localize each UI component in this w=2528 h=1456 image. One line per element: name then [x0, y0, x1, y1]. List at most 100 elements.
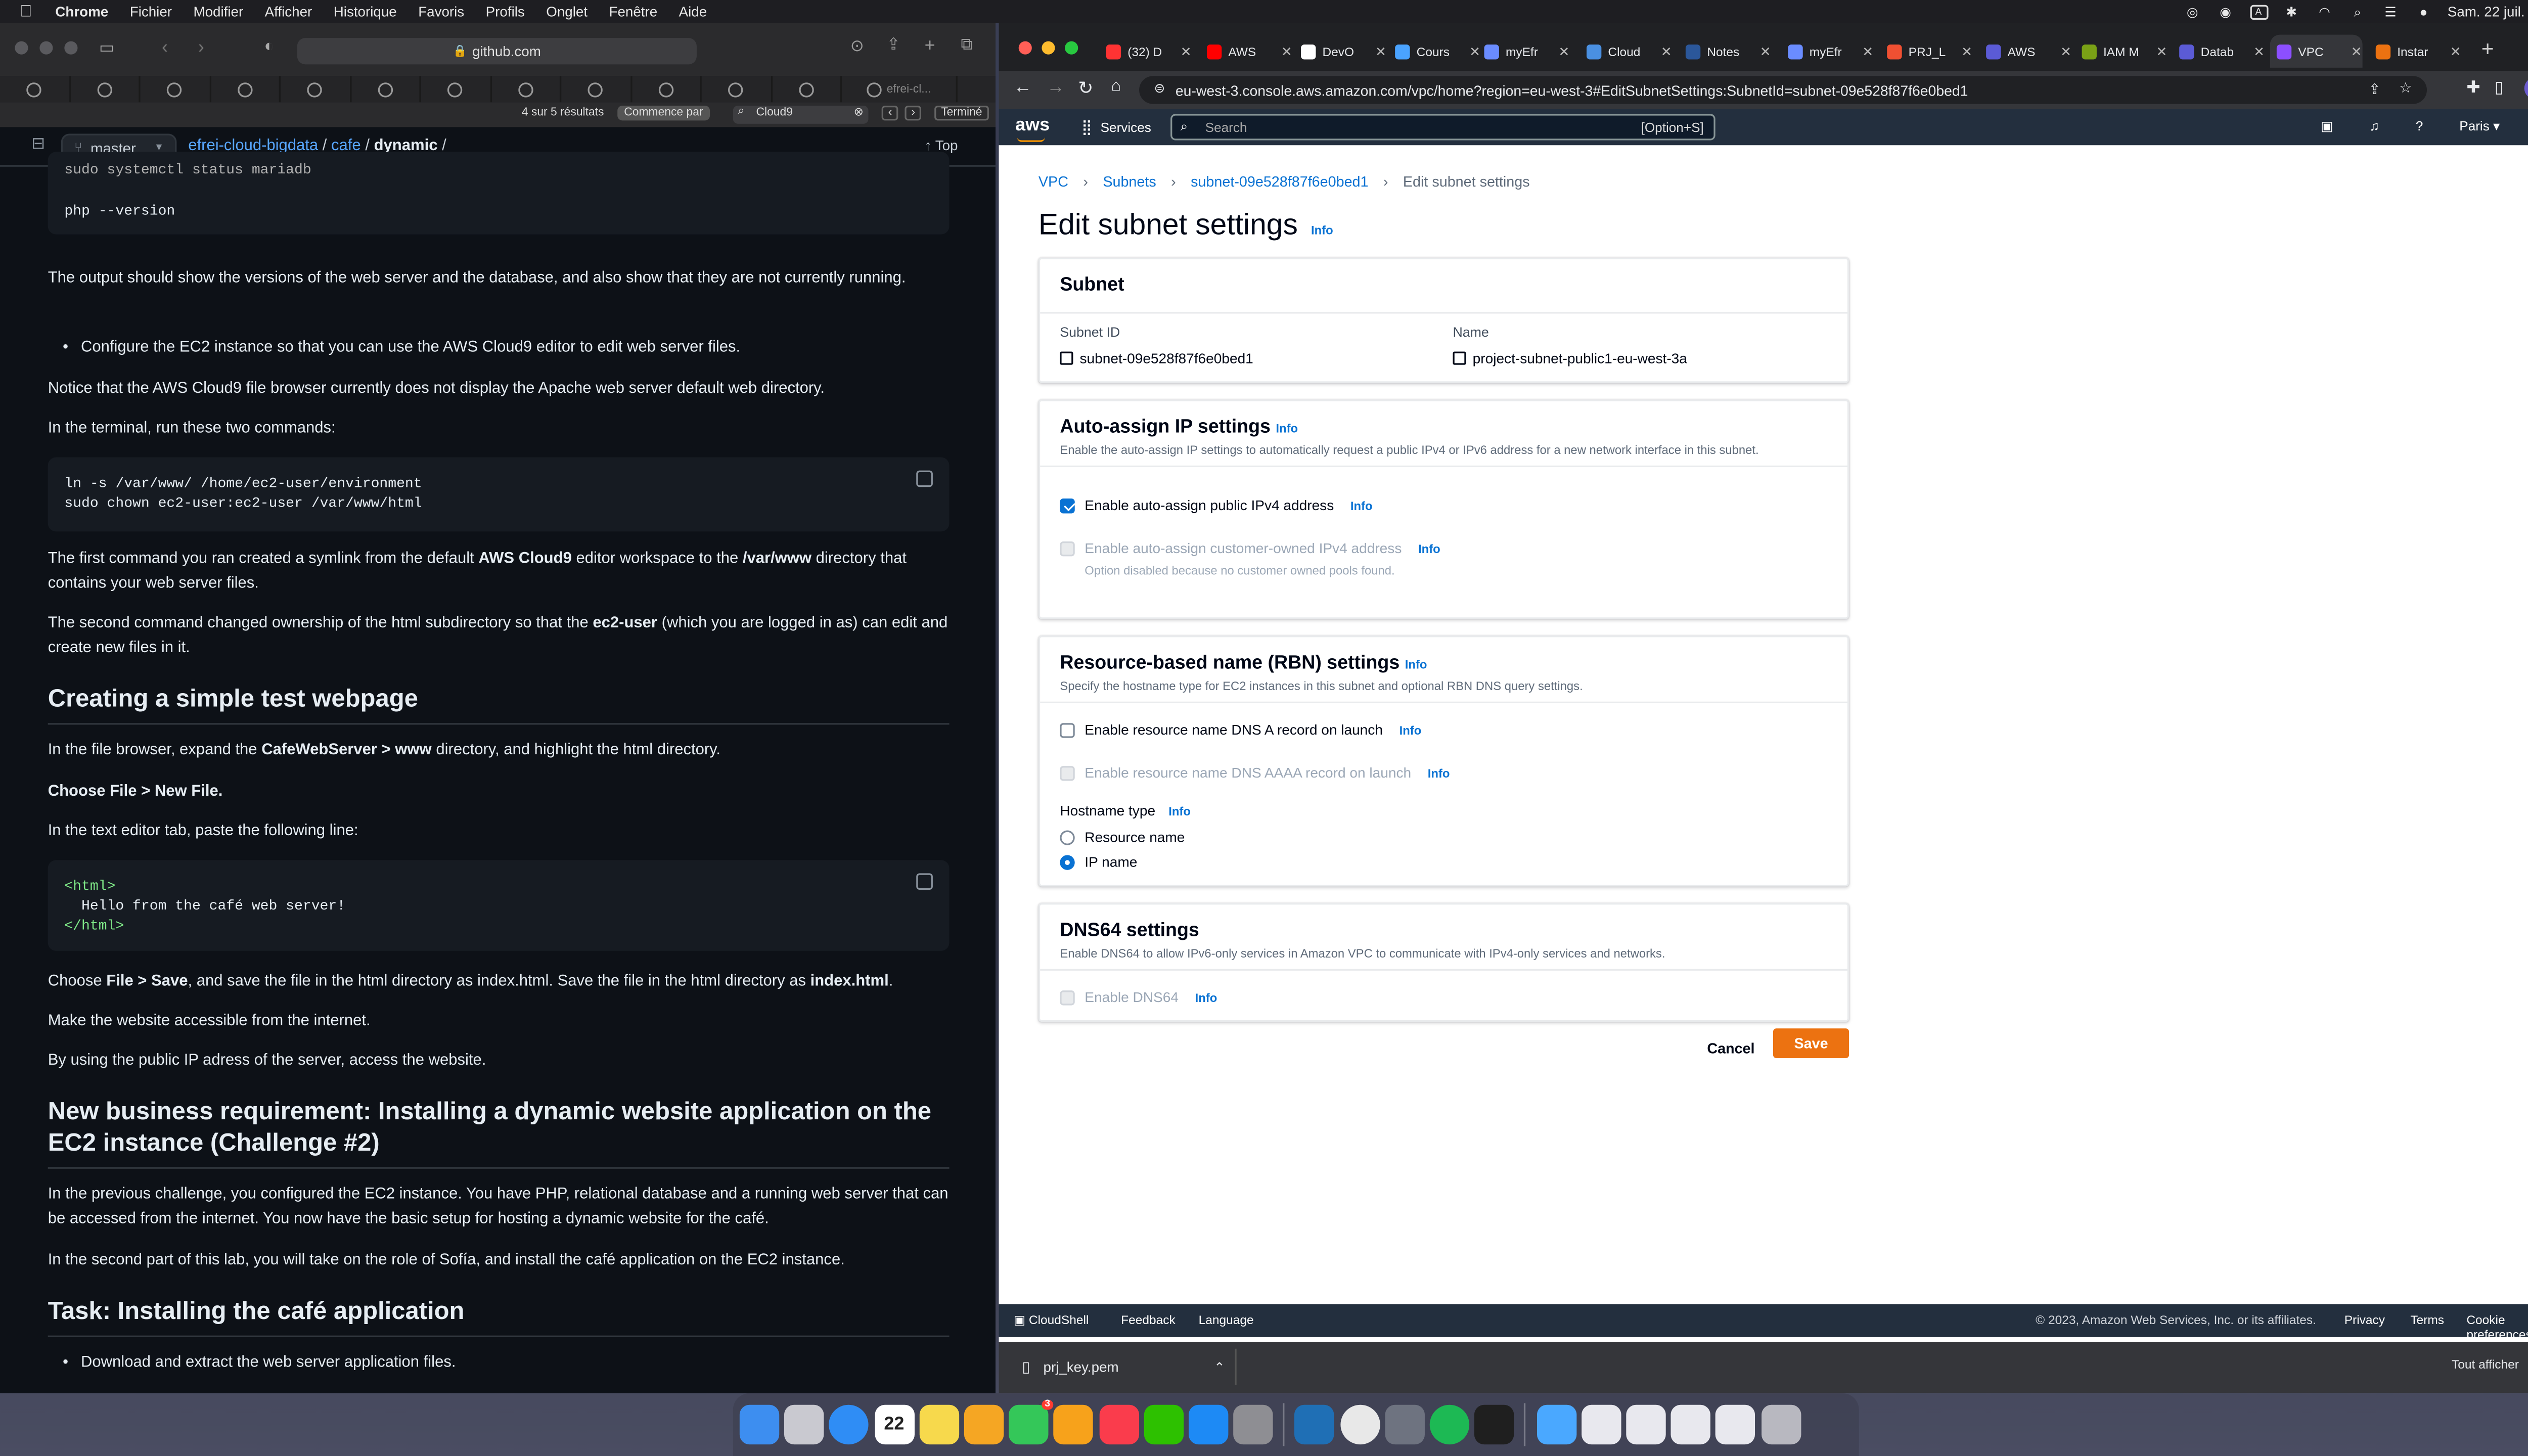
info-link[interactable]: Info [1168, 803, 1191, 818]
tab-close-icon[interactable]: ✕ [1375, 44, 1386, 59]
find-next-icon[interactable]: › [905, 105, 922, 121]
share-icon[interactable]: ⇪ [886, 36, 900, 55]
apple-icon[interactable]:  [20, 3, 32, 21]
chevron-up-icon[interactable]: ⌃ [1214, 1359, 1225, 1374]
tab-close-icon[interactable]: ✕ [1558, 44, 1569, 59]
chrome-icon[interactable] [1340, 1404, 1380, 1445]
left-tab[interactable] [210, 76, 281, 103]
info-link[interactable]: Info [1276, 421, 1298, 436]
radio-button[interactable] [1060, 829, 1075, 845]
menu-fichier[interactable]: Fichier [130, 4, 172, 20]
browser-tab[interactable]: AWS ✕ [1200, 35, 1293, 68]
left-address-bar[interactable]: 🔒 github.com [297, 38, 697, 65]
tab-close-icon[interactable]: ✕ [1862, 44, 1873, 59]
forward-icon[interactable]: → [1047, 77, 1065, 97]
tab-close-icon[interactable]: ✕ [1281, 44, 1292, 59]
clear-icon[interactable]: ⊗ [854, 106, 864, 119]
wechat-icon[interactable] [1143, 1404, 1184, 1445]
menu-fenetre[interactable]: Fenêtre [609, 4, 657, 20]
browser-tab[interactable]: PRJ_L ✕ [1880, 35, 1973, 68]
coip-checkbox[interactable] [1060, 540, 1075, 556]
notes-icon[interactable] [919, 1404, 959, 1445]
menu-historique[interactable]: Historique [334, 4, 397, 20]
zoom-button[interactable] [64, 41, 78, 55]
info-link[interactable]: Info [1405, 657, 1427, 672]
left-tab[interactable] [631, 76, 702, 103]
left-tab[interactable] [421, 76, 491, 103]
tab-close-icon[interactable]: ✕ [2450, 44, 2461, 59]
url-bar[interactable]: ⊜ eu-west-3.console.aws.amazon.com/vpc/h… [1139, 76, 2427, 104]
region-selector[interactable]: Paris ▾ [2459, 119, 2500, 133]
file-tree-icon[interactable]: ⊟ [31, 135, 45, 154]
terminal-icon[interactable] [1474, 1404, 1514, 1445]
tab-close-icon[interactable]: ✕ [1961, 44, 1972, 59]
disk-utility-icon[interactable] [1384, 1404, 1425, 1445]
browser-tab[interactable]: Notes ✕ [1679, 35, 1772, 68]
copy-icon[interactable] [1060, 351, 1073, 365]
menu-afficher[interactable]: Afficher [265, 4, 312, 20]
safari-icon[interactable] [829, 1404, 869, 1445]
browser-tab[interactable]: myEfr ✕ [1477, 35, 1570, 68]
terms-link[interactable]: Terms [2410, 1312, 2444, 1327]
reload-icon[interactable]: ↻ [1078, 77, 1093, 99]
bluetooth-icon[interactable]: ✱ [2282, 4, 2300, 19]
tab-close-icon[interactable]: ✕ [1661, 44, 1672, 59]
left-tab[interactable] [141, 76, 211, 103]
spotlight-icon[interactable]: ⌕ [2349, 4, 2367, 19]
left-tab[interactable] [491, 76, 562, 103]
document-icon[interactable] [1581, 1404, 1621, 1445]
record-icon[interactable]: ◉ [2217, 4, 2235, 19]
feedback-link[interactable]: Feedback [1121, 1312, 1176, 1327]
sidebar-toggle-icon[interactable]: ▭ [99, 39, 115, 58]
menu-favoris[interactable]: Favoris [418, 4, 464, 20]
info-link[interactable]: Info [1195, 990, 1217, 1005]
help-icon[interactable]: ? [2416, 119, 2423, 133]
menu-clock[interactable]: Sam. 22 juil. à 21:20 [2448, 4, 2528, 20]
breadcrumb-vpc[interactable]: VPC [1039, 173, 1068, 190]
settings-icon[interactable] [1233, 1404, 1273, 1445]
profile-avatar[interactable]: H [2524, 77, 2528, 99]
photos-icon[interactable] [964, 1404, 1004, 1445]
radio-resource-name[interactable]: Resource name [1060, 829, 1185, 845]
browser-tab[interactable]: myEfr ✕ [1781, 35, 1874, 68]
menu-profils[interactable]: Profils [486, 4, 525, 20]
privacy-shield-icon[interactable]: ◐ [264, 38, 274, 56]
info-link[interactable]: Info [1350, 497, 1373, 512]
app-store-icon[interactable] [1188, 1404, 1228, 1445]
document-icon[interactable] [1626, 1404, 1666, 1445]
new-tab-icon[interactable]: + [2481, 36, 2494, 61]
browser-tab[interactable]: DevO ✕ [1294, 35, 1387, 68]
save-button[interactable]: Save [1773, 1028, 1849, 1059]
download-icon[interactable]: ⊙ [850, 38, 864, 56]
aws-logo[interactable]: aws [1015, 116, 1050, 142]
browser-tab[interactable]: AWS ✕ [1979, 35, 2072, 68]
back-icon[interactable]: ‹ [162, 38, 168, 58]
side-panel-icon[interactable]: ▯ [2495, 79, 2504, 98]
tab-overview-icon[interactable]: ⧉ [961, 36, 972, 55]
browser-tab[interactable]: Datab ✕ [2173, 35, 2265, 68]
browser-tab[interactable]: Cours ✕ [1388, 35, 1481, 68]
control-center-icon[interactable]: ☰ [2381, 4, 2400, 19]
privacy-link[interactable]: Privacy [2344, 1312, 2385, 1327]
document-icon[interactable] [1671, 1404, 1711, 1445]
show-all-button[interactable]: Tout afficher [2452, 1357, 2519, 1372]
dns64-checkbox[interactable] [1060, 989, 1075, 1005]
tab-close-icon[interactable]: ✕ [2253, 44, 2265, 59]
breadcrumb-subnet-id[interactable]: subnet-09e528f87f6e0bed1 [1191, 173, 1368, 190]
dns-a-checkbox[interactable] [1060, 722, 1075, 737]
browser-tab[interactable]: VPC ✕ [2270, 34, 2363, 68]
left-tab[interactable] [0, 76, 70, 103]
vscode-icon[interactable] [1295, 1404, 1335, 1445]
back-icon[interactable]: ← [1014, 77, 1032, 97]
menu-modifier[interactable]: Modifier [193, 4, 243, 20]
tab-close-icon[interactable]: ✕ [1181, 44, 1192, 59]
left-tab[interactable] [702, 76, 772, 103]
radio-ip-name[interactable]: IP name [1060, 853, 1137, 870]
wechat-status-icon[interactable]: ◎ [2183, 4, 2201, 19]
keyboard-input-icon[interactable]: A [2249, 4, 2268, 19]
download-item[interactable]: ▯ prj_key.pem ⌃ [1012, 1348, 1237, 1385]
document-icon[interactable] [1716, 1404, 1756, 1445]
forward-icon[interactable]: › [198, 38, 204, 58]
left-tab[interactable] [561, 76, 631, 103]
browser-tab[interactable]: Instar ✕ [2369, 35, 2462, 68]
